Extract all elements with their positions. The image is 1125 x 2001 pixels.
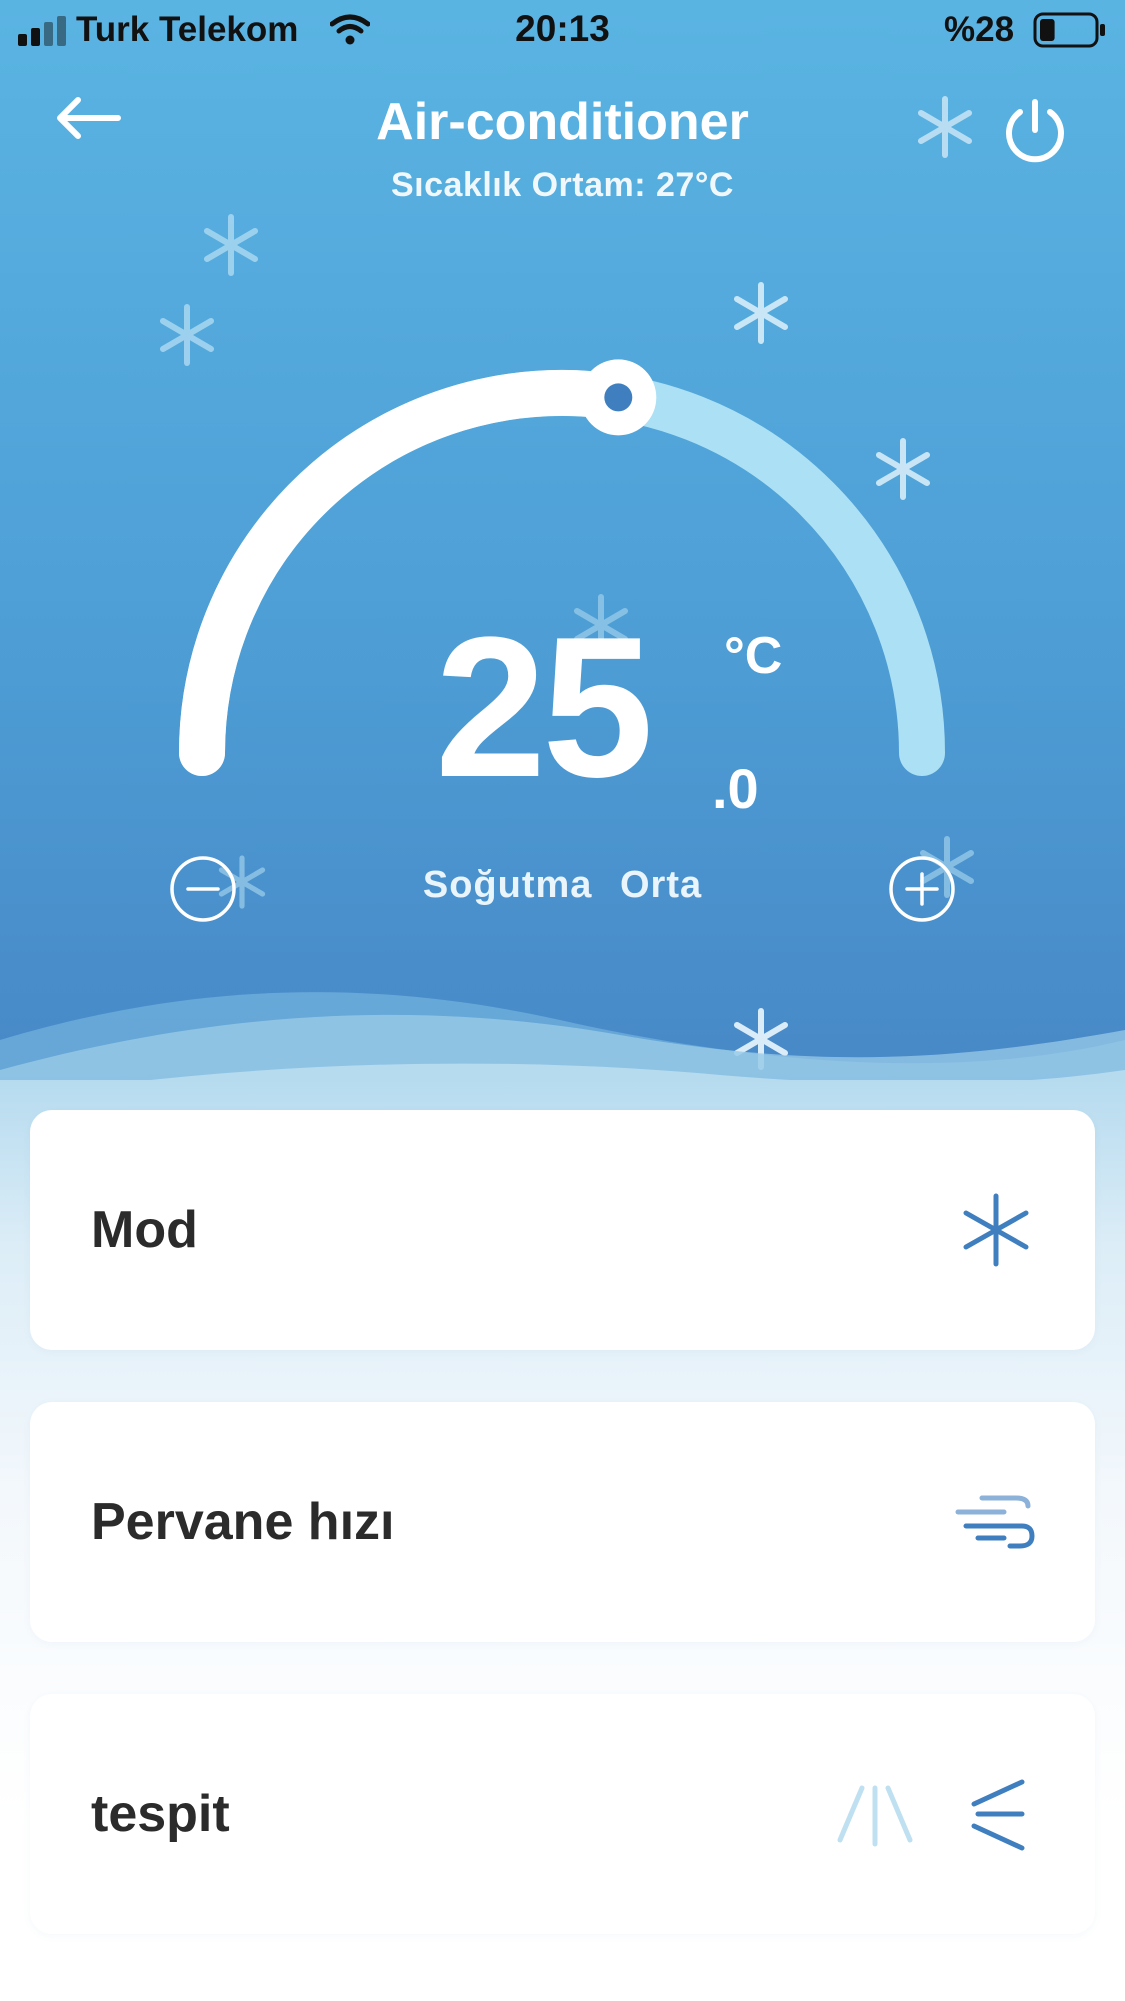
mode-card[interactable]: Mod <box>30 1110 1095 1350</box>
hero-panel: Turk Telekom 20:13 %28 Air-conditioner S… <box>0 0 1125 1110</box>
target-temperature: 25 <box>435 596 653 819</box>
mode-label: Mod <box>91 1201 198 1259</box>
current-mode: Soğutma <box>422 864 593 906</box>
temperature-decimal: .0 <box>712 757 759 820</box>
mode-summary: Soğutma Orta <box>0 864 1125 907</box>
snowflake-icon <box>963 1193 1029 1267</box>
dial-knob[interactable] <box>580 359 657 436</box>
swing-fan-icon[interactable] <box>830 1774 920 1854</box>
temperature-unit: °C <box>724 627 783 685</box>
current-fan-speed: Orta <box>619 864 703 906</box>
wind-icon <box>955 1495 1035 1549</box>
swing-direction-icon[interactable] <box>962 1774 1042 1854</box>
fan-speed-card[interactable]: Pervane hızı <box>30 1402 1095 1642</box>
swing-card[interactable]: tespit <box>30 1694 1095 1934</box>
fan-speed-label: Pervane hızı <box>91 1493 395 1551</box>
swing-label: tespit <box>91 1785 230 1843</box>
